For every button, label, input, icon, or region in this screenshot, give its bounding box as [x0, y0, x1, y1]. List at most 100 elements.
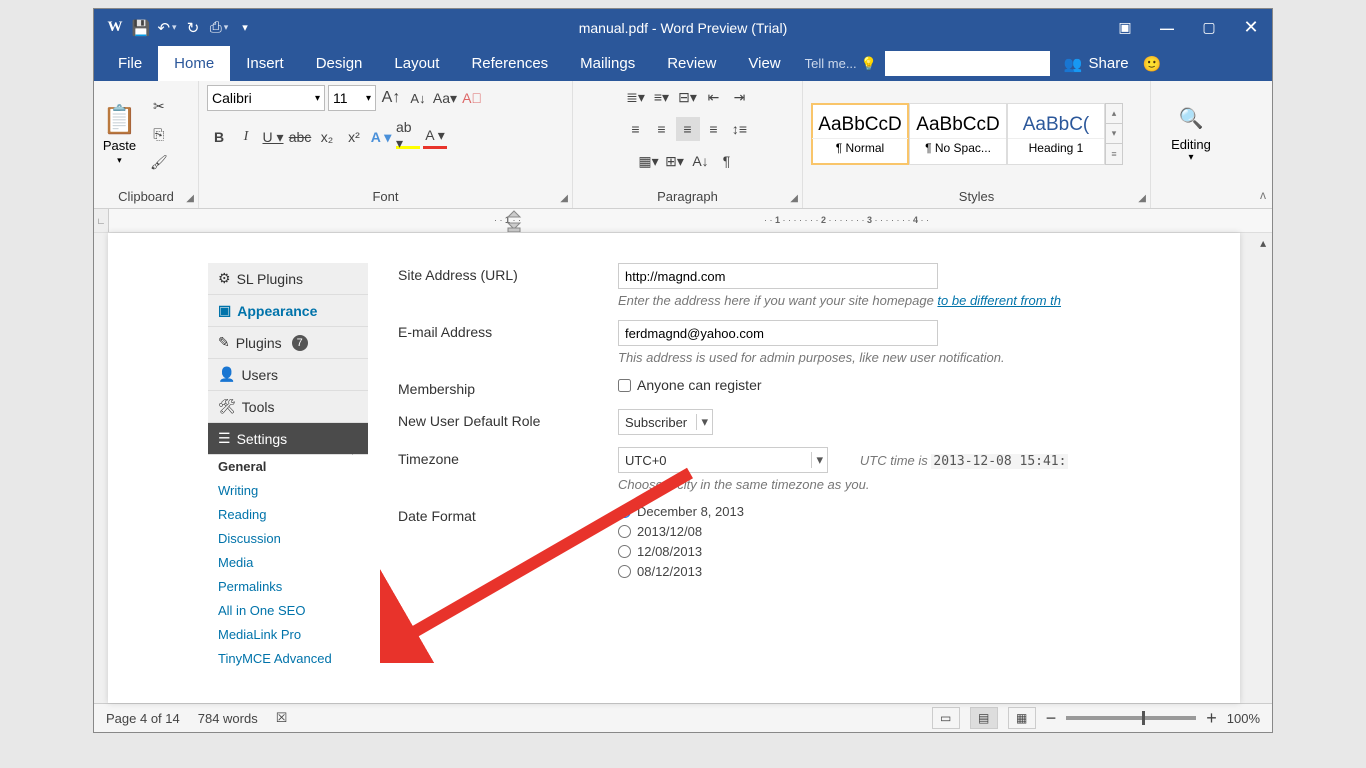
page-indicator[interactable]: Page 4 of 14 — [106, 711, 180, 726]
zoom-slider[interactable] — [1066, 716, 1196, 720]
show-marks-icon[interactable]: ¶ — [715, 149, 739, 173]
document-page[interactable]: ⚙SL Plugins ▣Appearance ✎Plugins7 👤Users… — [108, 233, 1240, 703]
sidebar-item-tools: 🛠Tools — [208, 391, 368, 423]
grow-font-icon[interactable]: A↑ — [379, 86, 403, 110]
text-effects-icon[interactable]: A ▾ — [369, 125, 393, 149]
undo-icon[interactable]: ↶ — [156, 17, 178, 39]
superscript-button[interactable]: x² — [342, 125, 366, 149]
ruler-indent-marker[interactable] — [505, 209, 523, 233]
membership-checkbox — [618, 379, 631, 392]
change-case-icon[interactable]: Aa▾ — [433, 86, 457, 110]
scroll-up-icon[interactable]: ▴ — [1260, 233, 1266, 253]
redo-icon[interactable]: ↻ — [182, 17, 204, 39]
bullets-icon[interactable]: ≣▾ — [624, 85, 648, 109]
tell-me[interactable]: Tell me... 💡 — [797, 46, 1058, 81]
gallery-up-icon[interactable]: ▴ — [1106, 104, 1122, 124]
font-name-combo[interactable]: Calibri▾ — [207, 85, 325, 111]
collapse-ribbon-icon[interactable]: ʌ — [1260, 188, 1266, 202]
style-normal[interactable]: AaBbCcD ¶ Normal — [811, 103, 909, 165]
dialog-launcher-clipboard[interactable]: ◢ — [186, 193, 194, 204]
site-url-help-link: to be different from th — [937, 293, 1061, 308]
style-heading1[interactable]: AaBbC( Heading 1 — [1007, 103, 1105, 165]
tab-mailings[interactable]: Mailings — [564, 46, 651, 81]
tab-insert[interactable]: Insert — [230, 46, 300, 81]
wp-admin-screenshot: ⚙SL Plugins ▣Appearance ✎Plugins7 👤Users… — [118, 243, 1200, 671]
touch-mode-icon[interactable]: ⎙ — [208, 17, 230, 39]
align-justify-icon[interactable]: ≡ — [676, 117, 700, 141]
maximize-icon[interactable]: ▢ — [1188, 9, 1230, 46]
align-right-icon[interactable]: ≡ — [702, 117, 726, 141]
view-web-icon[interactable]: ▦ — [1008, 707, 1036, 729]
multilevel-icon[interactable]: ⊟▾ — [676, 85, 700, 109]
horizontal-ruler[interactable]: ∟ · · 1 · · · · 1 · · · · · · · 2 · · · … — [94, 209, 1272, 233]
editing-dropdown-icon[interactable]: ▾ — [1188, 152, 1193, 163]
tab-layout[interactable]: Layout — [378, 46, 455, 81]
highlight-icon[interactable]: ab ▾ — [396, 125, 420, 149]
save-icon[interactable]: 💾 — [130, 17, 152, 39]
tab-review[interactable]: Review — [651, 46, 732, 81]
copy-icon[interactable]: ⎘ — [147, 122, 171, 146]
styles-more[interactable]: ▴ ▾ ≡ — [1105, 103, 1123, 165]
ribbon-display-icon[interactable]: ▣ — [1104, 9, 1146, 46]
font-color-icon[interactable]: A ▾ — [423, 125, 447, 149]
view-read-icon[interactable]: ▭ — [932, 707, 960, 729]
share-people-icon[interactable]: 👥 — [1064, 55, 1083, 73]
minimize-icon[interactable]: — — [1146, 9, 1188, 46]
subscript-button[interactable]: x₂ — [315, 125, 339, 149]
shrink-font-icon[interactable]: A↓ — [406, 86, 430, 110]
paste-dropdown-icon[interactable]: ▾ — [117, 155, 122, 166]
borders-icon[interactable]: ⊞▾ — [663, 149, 687, 173]
qa-more-icon[interactable]: ▾ — [234, 17, 256, 39]
cut-icon[interactable]: ✂ — [147, 94, 171, 118]
underline-button[interactable]: U ▾ — [261, 125, 285, 149]
view-print-icon[interactable]: ▤ — [970, 707, 998, 729]
close-icon[interactable]: ✕ — [1230, 9, 1272, 46]
zoom-in-button[interactable]: + — [1206, 708, 1217, 729]
dialog-launcher-styles[interactable]: ◢ — [1138, 193, 1146, 204]
proofing-icon[interactable]: ☒ — [276, 710, 288, 726]
zoom-out-button[interactable]: − — [1046, 708, 1057, 729]
zoom-value[interactable]: 100% — [1227, 711, 1260, 726]
align-center-icon[interactable]: ≡ — [650, 117, 674, 141]
paste-button[interactable]: Paste — [103, 138, 136, 153]
tell-me-input[interactable] — [885, 51, 1050, 76]
shading-icon[interactable]: ▦▾ — [637, 149, 661, 173]
tab-selector[interactable]: ∟ — [94, 209, 109, 233]
gallery-expand-icon[interactable]: ≡ — [1106, 144, 1122, 164]
smiley-icon[interactable]: 🙂 — [1143, 55, 1162, 73]
italic-button[interactable]: I — [234, 125, 258, 149]
date-radio-2 — [618, 545, 631, 558]
find-icon[interactable]: 🔍 — [1179, 106, 1204, 131]
increase-indent-icon[interactable]: ⇥ — [728, 85, 752, 109]
share-label[interactable]: Share — [1089, 55, 1129, 72]
tab-home[interactable]: Home — [158, 46, 230, 81]
clear-formatting-icon[interactable]: A⃠ — [460, 86, 484, 110]
dialog-launcher-font[interactable]: ◢ — [560, 193, 568, 204]
wp-sidebar: ⚙SL Plugins ▣Appearance ✎Plugins7 👤Users… — [208, 263, 368, 671]
line-spacing-icon[interactable]: ↕≡ — [728, 117, 752, 141]
tab-file[interactable]: File — [102, 46, 158, 81]
group-paragraph: ≣▾ ≡▾ ⊟▾ ⇤ ⇥ ≡ ≡ ≡ ≡ ↕≡ ▦▾ ⊞▾ A↓ ¶ — [573, 81, 803, 208]
bold-button[interactable]: B — [207, 125, 231, 149]
decrease-indent-icon[interactable]: ⇤ — [702, 85, 726, 109]
sort-icon[interactable]: A↓ — [689, 149, 713, 173]
site-url-input — [618, 263, 938, 289]
vertical-scrollbar[interactable]: ▴ — [1254, 233, 1272, 703]
dialog-launcher-paragraph[interactable]: ◢ — [790, 193, 798, 204]
paste-icon[interactable]: 📋 — [102, 103, 137, 136]
gallery-down-icon[interactable]: ▾ — [1106, 124, 1122, 144]
font-size-combo[interactable]: 11▾ — [328, 85, 376, 111]
strikethrough-button[interactable]: abc — [288, 125, 312, 149]
format-painter-icon[interactable]: 🖌 — [147, 150, 171, 174]
tab-design[interactable]: Design — [300, 46, 379, 81]
numbering-icon[interactable]: ≡▾ — [650, 85, 674, 109]
word-count[interactable]: 784 words — [198, 711, 258, 726]
editing-button[interactable]: Editing — [1171, 137, 1211, 152]
tab-view[interactable]: View — [732, 46, 796, 81]
align-left-icon[interactable]: ≡ — [624, 117, 648, 141]
status-bar: Page 4 of 14 784 words ☒ ▭ ▤ ▦ − + 100% — [94, 703, 1272, 732]
sub-permalinks: Permalinks — [208, 575, 368, 599]
style-no-spacing[interactable]: AaBbCcD ¶ No Spac... — [909, 103, 1007, 165]
tab-references[interactable]: References — [455, 46, 564, 81]
word-window: W 💾 ↶ ↻ ⎙ ▾ manual.pdf - Word Preview (T… — [93, 8, 1273, 733]
